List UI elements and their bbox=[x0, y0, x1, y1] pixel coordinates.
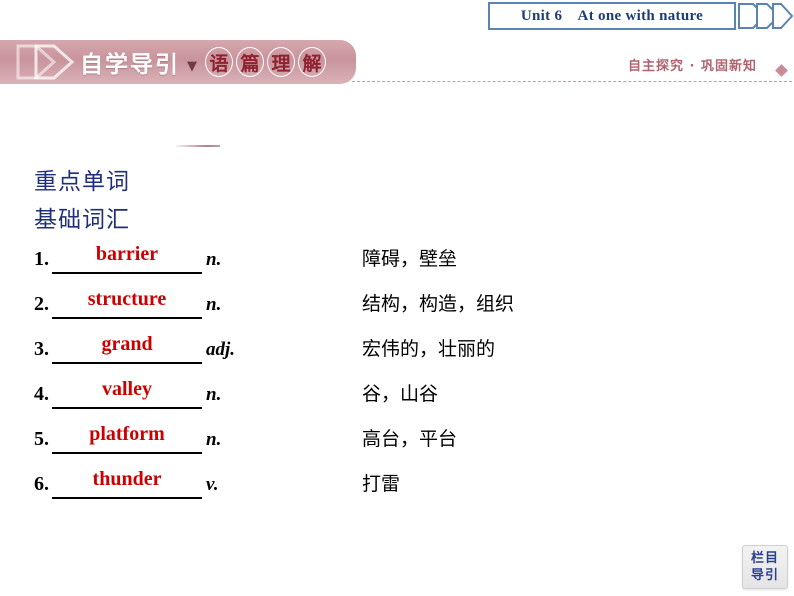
item-number: 4. bbox=[34, 383, 49, 405]
diamond-marker-icon bbox=[775, 64, 788, 77]
item-number: 1. bbox=[34, 248, 49, 270]
part-of-speech: v. bbox=[206, 474, 219, 495]
section-title-plain: 自学导引 bbox=[80, 52, 180, 78]
page-heading-key-words: 重点单词 bbox=[34, 169, 130, 195]
definition-text: 结构，构造，组织 bbox=[362, 293, 515, 315]
slide-page: Unit 6 At one with nature 自学导引 ▼ 语 篇 理 解… bbox=[0, 0, 794, 596]
item-number: 2. bbox=[34, 293, 49, 315]
double-chevron-right-icon bbox=[14, 40, 84, 84]
header-dashed-divider bbox=[352, 81, 792, 82]
part-of-speech: adj. bbox=[206, 339, 236, 360]
vocab-row: 5. platform n. 高台，平台 bbox=[0, 420, 794, 465]
accent-rule bbox=[176, 145, 220, 147]
nav-button-line1: 栏目 bbox=[750, 551, 779, 566]
circled-char-1: 语 bbox=[205, 47, 233, 77]
answer-blank[interactable]: structure bbox=[52, 285, 202, 319]
answer-word: valley bbox=[102, 378, 152, 400]
nav-button-line2: 导引 bbox=[750, 568, 779, 583]
vocab-row: 2. structure n. 结构，构造，组织 bbox=[0, 285, 794, 330]
answer-word: grand bbox=[101, 333, 153, 355]
answer-word: barrier bbox=[95, 243, 159, 265]
answer-blank[interactable]: valley bbox=[52, 375, 202, 409]
circled-char-4: 解 bbox=[298, 47, 326, 77]
part-of-speech: n. bbox=[206, 384, 222, 405]
page-subheading-basic-vocab: 基础词汇 bbox=[34, 207, 130, 233]
definition-text: 打雷 bbox=[362, 473, 401, 495]
unit-title-text: Unit 6 At one with nature bbox=[520, 7, 704, 24]
circled-char-2: 篇 bbox=[236, 47, 264, 77]
section-title-circled-group: 语 篇 理 解 bbox=[205, 47, 326, 77]
section-title-separator: ▼ bbox=[187, 58, 197, 74]
answer-blank[interactable]: barrier bbox=[52, 240, 202, 274]
part-of-speech: n. bbox=[206, 249, 222, 270]
answer-word: structure bbox=[87, 288, 167, 310]
double-chevron-right-icon bbox=[737, 2, 794, 30]
unit-title-banner: Unit 6 At one with nature bbox=[488, 2, 736, 30]
section-header-title: 自学导引 ▼ 语 篇 理 解 bbox=[80, 40, 326, 84]
definition-text: 高台，平台 bbox=[362, 428, 458, 450]
item-number: 6. bbox=[34, 473, 49, 495]
header-subtitle: 自主探究 · 巩固新知 bbox=[628, 59, 757, 74]
definition-text: 谷，山谷 bbox=[362, 383, 439, 405]
item-number: 5. bbox=[34, 428, 49, 450]
answer-blank[interactable]: grand bbox=[52, 330, 202, 364]
definition-text: 障碍，壁垒 bbox=[362, 248, 458, 270]
vocab-row: 3. grand adj. 宏伟的，壮丽的 bbox=[0, 330, 794, 375]
vocab-row: 6. thunder v. 打雷 bbox=[0, 465, 794, 510]
vocab-row: 1. barrier n. 障碍，壁垒 bbox=[0, 240, 794, 285]
answer-word: platform bbox=[89, 423, 165, 445]
vocabulary-list: 1. barrier n. 障碍，壁垒 2. structure n. 结构，构… bbox=[0, 240, 794, 510]
answer-word: thunder bbox=[92, 468, 162, 490]
item-number: 3. bbox=[34, 338, 49, 360]
vocab-row: 4. valley n. 谷，山谷 bbox=[0, 375, 794, 420]
definition-text: 宏伟的，壮丽的 bbox=[362, 338, 496, 360]
part-of-speech: n. bbox=[206, 294, 222, 315]
part-of-speech: n. bbox=[206, 429, 222, 450]
answer-blank[interactable]: thunder bbox=[52, 465, 202, 499]
answer-blank[interactable]: platform bbox=[52, 420, 202, 454]
circled-char-3: 理 bbox=[267, 47, 295, 77]
section-nav-button[interactable]: 栏目 导引 bbox=[742, 545, 788, 589]
